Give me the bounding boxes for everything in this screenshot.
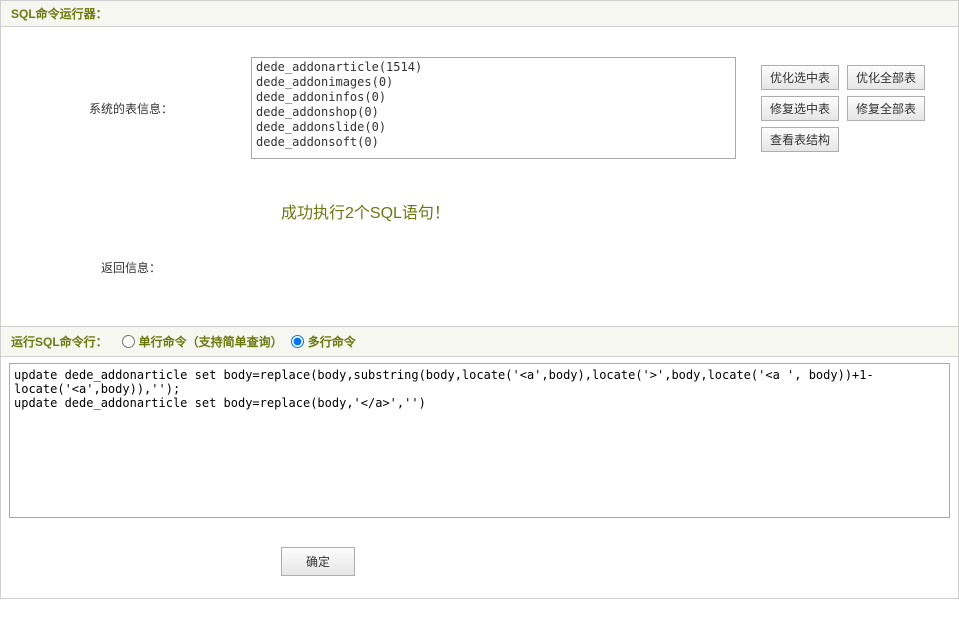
table-info-row: 系统的表信息： dede_addonarticle(1514)dede_addo… — [11, 37, 948, 169]
sql-command-title: 运行SQL命令行： — [11, 333, 108, 350]
table-option[interactable]: dede_addoninfos(0) — [254, 90, 733, 105]
multi-mode-text: 多行命令 — [308, 333, 356, 350]
success-message: 成功执行2个SQL语句！ — [281, 199, 450, 223]
table-option[interactable]: dede_addonshop(0) — [254, 105, 733, 120]
submit-row: 确定 — [1, 529, 958, 598]
multi-mode-radio-label[interactable]: 多行命令 — [291, 333, 356, 350]
table-option[interactable]: dede_addonslide(0) — [254, 120, 733, 135]
sql-textarea-wrap — [1, 357, 958, 529]
return-info-label: 返回信息： — [11, 199, 251, 276]
panel-title: SQL命令运行器： — [11, 7, 108, 21]
optimize-all-button[interactable]: 优化全部表 — [847, 65, 925, 90]
table-select[interactable]: dede_addonarticle(1514)dede_addonimages(… — [251, 57, 736, 159]
single-mode-radio-label[interactable]: 单行命令（支持简单查询） — [122, 333, 283, 350]
sql-runner-panel: SQL命令运行器： 系统的表信息： dede_addonarticle(1514… — [0, 0, 959, 599]
return-info-row: 返回信息： 成功执行2个SQL语句！ — [11, 169, 948, 326]
btn-row-repair: 修复选中表 修复全部表 — [761, 96, 948, 121]
panel-header: SQL命令运行器： — [1, 1, 958, 27]
sql-textarea[interactable] — [9, 363, 950, 518]
repair-all-button[interactable]: 修复全部表 — [847, 96, 925, 121]
main-area: 系统的表信息： dede_addonarticle(1514)dede_addo… — [1, 27, 958, 326]
view-structure-button[interactable]: 查看表结构 — [761, 127, 839, 152]
table-select-cell: dede_addonarticle(1514)dede_addonimages(… — [251, 57, 741, 159]
single-mode-radio[interactable] — [122, 335, 135, 348]
table-option[interactable]: dede_addonarticle(1514) — [254, 60, 733, 75]
single-mode-text: 单行命令（支持简单查询） — [139, 333, 283, 350]
table-option[interactable]: dede_addonsoft(0) — [254, 135, 733, 150]
btn-row-optimize: 优化选中表 优化全部表 — [761, 65, 948, 90]
side-buttons: 优化选中表 优化全部表 修复选中表 修复全部表 查看表结构 — [741, 65, 948, 152]
submit-button[interactable]: 确定 — [281, 547, 355, 576]
table-info-label: 系统的表信息： — [11, 100, 251, 117]
sql-command-bar: 运行SQL命令行： 单行命令（支持简单查询） 多行命令 — [1, 326, 958, 357]
multi-mode-radio[interactable] — [291, 335, 304, 348]
optimize-selected-button[interactable]: 优化选中表 — [761, 65, 839, 90]
table-option[interactable]: dede_addonimages(0) — [254, 75, 733, 90]
return-info-content: 成功执行2个SQL语句！ — [251, 199, 450, 276]
btn-row-structure: 查看表结构 — [761, 127, 948, 152]
repair-selected-button[interactable]: 修复选中表 — [761, 96, 839, 121]
